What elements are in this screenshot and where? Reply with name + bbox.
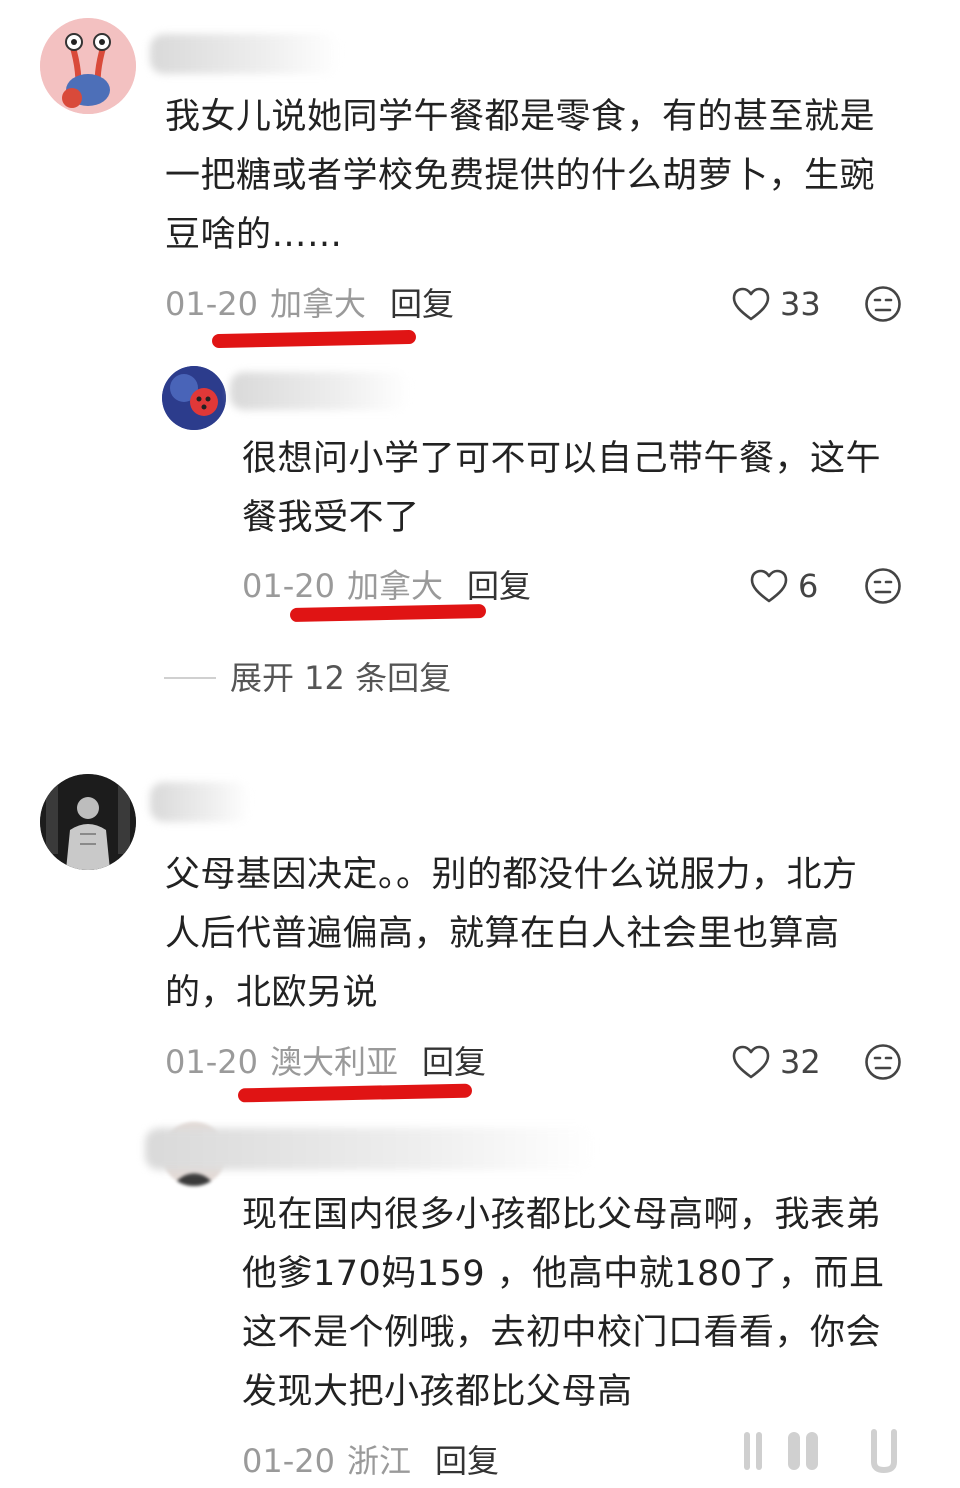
heart-icon: [732, 287, 770, 321]
expand-replies-label: 展开 12 条回复: [230, 659, 452, 697]
reply-date: 01-20: [242, 1442, 335, 1480]
like-button[interactable]: 33: [732, 284, 821, 324]
emoji-face-icon[interactable]: [864, 285, 902, 327]
like-count: 33: [780, 285, 821, 323]
back-icon[interactable]: [868, 1428, 900, 1478]
gym-photo-avatar-icon: [40, 774, 136, 870]
red-underline-annotation: [237, 1083, 473, 1103]
red-underline-annotation: [289, 603, 487, 623]
comment-meta: 01-20 加拿大 回复: [165, 284, 454, 324]
reply-button[interactable]: 回复: [467, 567, 531, 605]
like-count: 6: [798, 567, 819, 605]
comment-location: 加拿大: [269, 285, 366, 323]
divider: [164, 677, 216, 679]
username-blurred: [145, 1128, 595, 1170]
username-blurred: [150, 782, 250, 822]
username-blurred: [150, 34, 340, 74]
emoji-face-icon[interactable]: [864, 567, 902, 609]
ladybug-avatar-icon: [162, 366, 226, 430]
avatar[interactable]: [40, 18, 136, 114]
reply-location: 加拿大: [346, 567, 443, 605]
menu-icon[interactable]: [742, 1428, 772, 1478]
like-button[interactable]: 6: [750, 566, 818, 606]
reply-button[interactable]: 回复: [390, 285, 454, 323]
reply-meta: 01-20 加拿大 回复: [242, 566, 531, 606]
heart-icon: [750, 569, 788, 603]
reply-meta: 01-20 浙江 回复: [242, 1441, 499, 1481]
reply-button[interactable]: 回复: [435, 1442, 499, 1480]
reply-text: 很想问小学了可不可以自己带午餐，这午 餐我受不了: [242, 439, 882, 538]
red-underline-annotation: [211, 329, 417, 349]
avatar[interactable]: [40, 774, 136, 870]
expand-replies-button[interactable]: 展开 12 条回复: [164, 658, 451, 698]
home-icon[interactable]: [786, 1428, 826, 1478]
comment-text: 我女儿说她同学午餐都是零食，有的甚至就是 一把糖或者学校免费提供的什么胡萝卜，生…: [165, 97, 876, 255]
reply-button[interactable]: 回复: [422, 1043, 486, 1081]
avatar[interactable]: [162, 366, 226, 430]
comment-date: 01-20: [165, 1043, 258, 1081]
like-button[interactable]: 32: [732, 1042, 821, 1082]
comment-meta: 01-20 澳大利亚 回复: [165, 1042, 486, 1082]
comment-text: 父母基因决定。。别的都没什么说服力，北方 人后代普遍偏高，就算在白人社会里也算高…: [165, 855, 858, 1013]
reply-location: 浙江: [346, 1442, 411, 1480]
reply-date: 01-20: [242, 567, 335, 605]
reply-text: 现在国内很多小孩都比父母高啊，我表弟 他爹170妈159 ，他高中就180了，而…: [242, 1195, 885, 1412]
crab-avatar-icon: [40, 18, 136, 114]
like-count: 32: [780, 1043, 821, 1081]
comment-date: 01-20: [165, 285, 258, 323]
username-blurred: [230, 372, 410, 410]
comment-location: 澳大利亚: [269, 1043, 398, 1081]
heart-icon: [732, 1045, 770, 1079]
emoji-face-icon[interactable]: [864, 1043, 902, 1085]
